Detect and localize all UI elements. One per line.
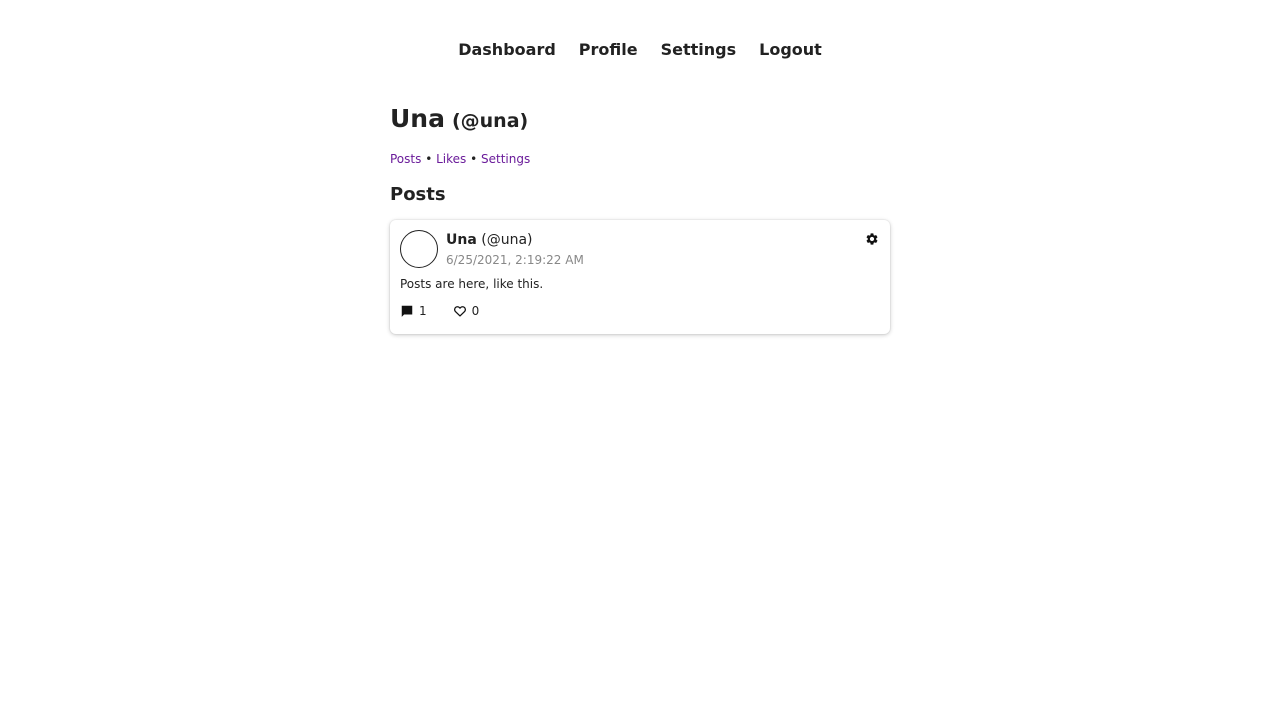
post-author-name[interactable]: Una [446,232,477,248]
comment-icon [401,305,413,317]
posts-section-title: Posts [390,184,446,205]
nav-dashboard[interactable]: Dashboard [458,38,556,62]
like-count: 0 [471,304,480,318]
subnav-settings-link[interactable]: Settings [481,152,530,166]
post-body: Posts are here, like this. [400,277,544,291]
post-card: Una (@una) 6/25/2021, 2:19:22 AM Posts a… [390,220,890,334]
avatar[interactable] [400,230,438,268]
profile-header: Una (@una) [390,100,890,140]
subnav-posts-link[interactable]: Posts [390,152,421,166]
nav-settings[interactable]: Settings [661,38,737,62]
profile-name: Una [390,104,445,133]
top-nav: Dashboard Profile Settings Logout [0,38,1280,62]
profile-subnav: Posts • Likes • Settings [390,150,890,168]
post-author: Una (@una) [446,230,533,250]
heart-icon [453,306,466,317]
gear-icon [866,233,878,245]
post-actions: 1 0 [400,303,479,319]
post-author-handle: (@una) [481,232,533,248]
like-button[interactable]: 0 [453,303,480,319]
subnav-separator: • [470,152,478,166]
profile-page: Una (@una) Posts • Likes • Settings Post… [390,100,890,334]
nav-profile[interactable]: Profile [579,38,638,62]
subnav-separator: • [425,152,433,166]
post-settings-button[interactable] [865,231,879,245]
subnav-likes-link[interactable]: Likes [436,152,466,166]
comment-count: 1 [419,304,427,318]
profile-handle: (@una) [451,110,529,132]
comment-button[interactable]: 1 [400,303,427,319]
nav-logout[interactable]: Logout [759,38,822,62]
post-timestamp: 6/25/2021, 2:19:22 AM [446,253,584,267]
